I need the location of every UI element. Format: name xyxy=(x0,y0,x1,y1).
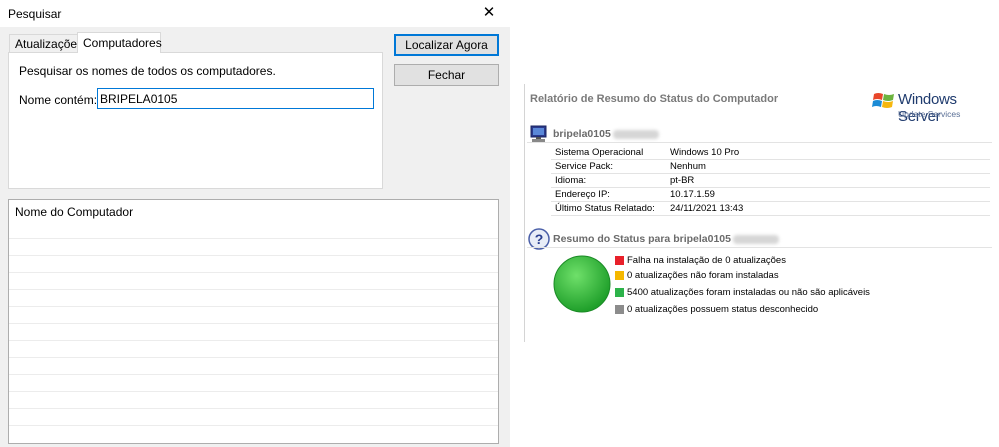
windows-flag-icon xyxy=(872,93,894,108)
report-title: Relatório de Resumo do Status do Computa… xyxy=(530,93,779,105)
list-item[interactable] xyxy=(9,238,498,239)
legend-swatch xyxy=(615,256,624,265)
report-border xyxy=(524,84,525,342)
legend-swatch xyxy=(615,288,624,297)
info-key: Sistema Operacional xyxy=(555,147,644,158)
logo-main-text: Windows Server xyxy=(898,91,957,125)
legend-label: 5400 atualizações foram instaladas ou nã… xyxy=(627,287,870,298)
computer-name-heading: bripela0105 xyxy=(553,128,659,140)
info-row: Idioma: pt-BR xyxy=(551,174,990,187)
search-dialog: Pesquisar ✕ Atualizações Computadores Pe… xyxy=(0,0,510,447)
divider xyxy=(527,142,992,143)
list-item[interactable] xyxy=(9,272,498,273)
list-item[interactable] xyxy=(9,289,498,290)
tab-panel-computadores: Pesquisar os nomes de todos os computado… xyxy=(8,52,383,189)
info-row: Último Status Relatado: 24/11/2021 13:43 xyxy=(551,202,990,215)
logo-sub-text: Update Services xyxy=(898,109,961,119)
status-heading: Resumo do Status para bripela0105 xyxy=(553,233,779,245)
name-contains-input[interactable] xyxy=(97,88,374,109)
list-item[interactable] xyxy=(9,391,498,392)
divider xyxy=(527,247,992,248)
legend-swatch xyxy=(615,305,624,314)
computer-icon xyxy=(530,125,547,142)
results-list[interactable]: Nome do Computador xyxy=(8,199,499,444)
tab-computadores[interactable]: Computadores xyxy=(77,32,162,53)
close-icon[interactable]: ✕ xyxy=(476,2,502,24)
find-now-button[interactable]: Localizar Agora xyxy=(394,34,499,56)
legend-swatch xyxy=(615,271,624,280)
name-contains-label: Nome contém: xyxy=(19,93,98,107)
info-key: Idioma: xyxy=(555,175,587,186)
info-value: pt-BR xyxy=(670,175,695,186)
close-button[interactable]: Fechar xyxy=(394,64,499,86)
dialog-title: Pesquisar xyxy=(8,7,62,21)
title-bar: Pesquisar ✕ xyxy=(0,0,510,27)
list-item[interactable] xyxy=(9,255,498,256)
redacted-text xyxy=(732,234,779,244)
info-value: 10.17.1.59 xyxy=(670,189,715,200)
list-item[interactable] xyxy=(9,374,498,375)
info-key: Último Status Relatado: xyxy=(555,203,655,214)
info-row: Endereço IP: 10.17.1.59 xyxy=(551,188,990,201)
tab-atualizacoes[interactable]: Atualizações xyxy=(9,34,83,52)
wsus-logo: Windows Server Update Services xyxy=(872,89,997,125)
legend-label: 0 atualizações não foram instaladas xyxy=(627,270,779,281)
info-value: Windows 10 Pro xyxy=(670,147,740,158)
info-row: Service Pack: Nenhum xyxy=(551,160,990,173)
status-pie-icon xyxy=(553,255,611,313)
info-value: 24/11/2021 13:43 xyxy=(670,203,744,214)
redacted-text xyxy=(612,129,659,139)
list-item[interactable] xyxy=(9,357,498,358)
info-key: Endereço IP: xyxy=(555,189,610,200)
column-header-computer-name[interactable]: Nome do Computador xyxy=(15,205,133,219)
svg-text:?: ? xyxy=(535,231,544,247)
list-item[interactable] xyxy=(9,425,498,426)
info-value: Nenhum xyxy=(670,161,706,172)
list-item[interactable] xyxy=(9,340,498,341)
list-item[interactable] xyxy=(9,323,498,324)
list-item[interactable] xyxy=(9,408,498,409)
legend-label: Falha na instalação de 0 atualizações xyxy=(627,255,786,266)
list-item[interactable] xyxy=(9,306,498,307)
info-row: Sistema Operacional Windows 10 Pro xyxy=(551,146,990,159)
info-key: Service Pack: xyxy=(555,161,614,172)
search-description: Pesquisar os nomes de todos os computado… xyxy=(19,64,276,78)
legend-label: 0 atualizações possuem status desconheci… xyxy=(627,304,819,315)
dialog-edge xyxy=(505,199,509,444)
divider xyxy=(551,215,990,216)
